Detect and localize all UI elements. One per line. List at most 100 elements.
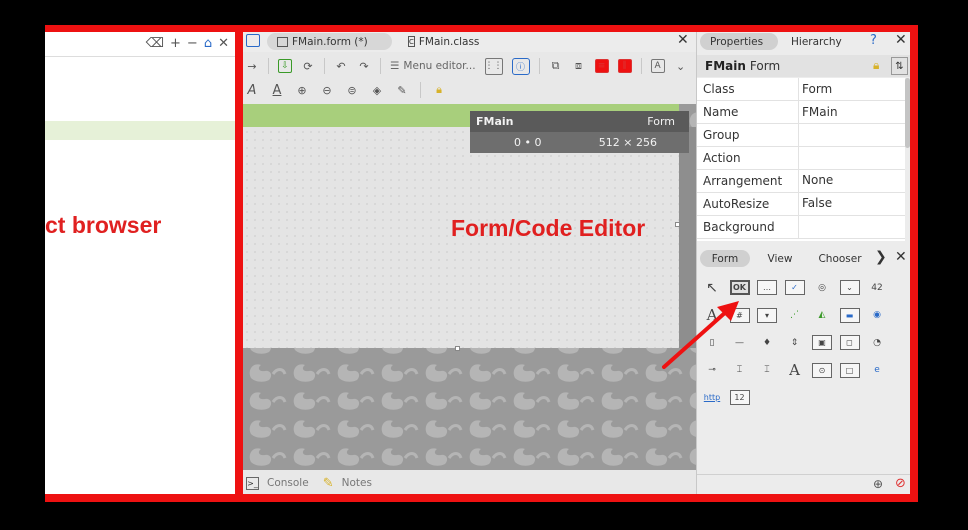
redo-icon[interactable]: ↷ bbox=[357, 58, 371, 74]
bring-front-icon[interactable]: ⧉ bbox=[549, 58, 563, 74]
clear-icon[interactable]: ⌫ bbox=[146, 36, 164, 51]
slider-icon[interactable]: ♦ bbox=[756, 333, 778, 352]
lcd-number-icon[interactable]: 42 bbox=[866, 278, 888, 297]
tab-properties[interactable]: Properties bbox=[700, 33, 778, 50]
properties-tabbar: Properties Hierarchy ? ✕ bbox=[697, 32, 910, 52]
send-back-icon[interactable]: ⧈ bbox=[572, 58, 586, 74]
tab-form[interactable]: Form bbox=[700, 250, 750, 267]
font-icon[interactable]: A bbox=[650, 59, 665, 73]
tab-chooser[interactable]: Chooser bbox=[811, 250, 869, 267]
notes-icon[interactable]: ✎ bbox=[323, 476, 334, 491]
dial-icon[interactable]: ◔ bbox=[866, 333, 888, 352]
timer-icon[interactable]: ⊙ bbox=[811, 361, 833, 380]
zoom-in-icon[interactable]: ⊕ bbox=[295, 82, 309, 98]
picture-box-glyph: ◎ bbox=[818, 282, 826, 293]
resize-handle-right[interactable] bbox=[675, 222, 680, 227]
webview-icon[interactable]: e bbox=[866, 361, 888, 380]
toolbar-divider bbox=[45, 56, 235, 57]
tab-hierarchy[interactable]: Hierarchy bbox=[781, 33, 851, 50]
align-vertical-icon[interactable]: ⫼ bbox=[617, 59, 632, 73]
property-row[interactable]: AutoResize False bbox=[697, 193, 905, 216]
console-icon[interactable]: >_ bbox=[246, 476, 259, 490]
italic-font-icon[interactable]: A bbox=[245, 82, 259, 98]
zoom-out-icon[interactable]: ⊖ bbox=[320, 82, 334, 98]
spin-icon[interactable]: ⇕ bbox=[784, 333, 806, 352]
tab-view[interactable]: View bbox=[755, 250, 805, 267]
chevron-down-icon[interactable]: ⌄ bbox=[674, 58, 688, 74]
paint-bucket-icon[interactable]: ◈ bbox=[370, 82, 384, 98]
property-value[interactable]: False bbox=[802, 196, 832, 210]
property-row[interactable]: Action bbox=[697, 147, 905, 170]
lock-icon[interactable]: 🔒︎ bbox=[432, 82, 446, 98]
home-icon[interactable]: ⌂ bbox=[204, 36, 212, 51]
arrow-right-icon[interactable]: → bbox=[245, 58, 259, 74]
form-info-overlay: FMain Form 0 • 0 512 × 256 bbox=[470, 111, 689, 153]
url-label-icon[interactable]: http bbox=[701, 388, 723, 407]
underline-font-icon[interactable]: A bbox=[270, 82, 284, 98]
chart-icon[interactable]: ◭ bbox=[811, 306, 833, 325]
tab-fmain-class[interactable]: C FMain.class bbox=[398, 33, 488, 50]
selected-tree-row[interactable] bbox=[45, 121, 235, 140]
divider bbox=[420, 82, 421, 98]
chevron-right-icon[interactable]: ❯ bbox=[875, 249, 887, 265]
help-icon[interactable]: ? bbox=[870, 33, 877, 48]
picture-box-icon[interactable]: ◎ bbox=[811, 278, 833, 297]
property-value[interactable]: FMain bbox=[802, 105, 838, 119]
zoom-fit-icon[interactable]: ⊜ bbox=[345, 82, 359, 98]
zoom-icon[interactable]: ⊕ bbox=[873, 477, 883, 491]
image-combo-icon[interactable]: ▾ bbox=[756, 306, 778, 325]
property-row[interactable]: Background bbox=[697, 216, 905, 239]
frame-icon[interactable]: □ bbox=[839, 361, 861, 380]
progress-icon[interactable]: ▬ bbox=[839, 306, 861, 325]
resize-handle-bottom[interactable] bbox=[455, 346, 460, 351]
form-editor: FMain.form (*) C FMain.class ✕ → ⇩ ⟳ ↶ ↷… bbox=[243, 32, 696, 494]
grid-dots-icon[interactable]: ⋮⋮ bbox=[484, 57, 503, 75]
no-entry-icon[interactable]: ⊘ bbox=[895, 476, 906, 491]
property-value[interactable]: Form bbox=[802, 82, 832, 96]
minus-icon[interactable]: − bbox=[187, 36, 198, 51]
ellipsis-button-icon[interactable]: … bbox=[756, 278, 778, 297]
design-canvas[interactable]: FMain Form 0 • 0 512 × 256 Form/Code Edi… bbox=[243, 104, 696, 470]
property-name: Arrangement bbox=[703, 174, 783, 188]
lock-icon[interactable]: 🔒︎ bbox=[873, 58, 879, 73]
text-label-icon[interactable]: A bbox=[784, 361, 806, 380]
editor-toolbar-primary: → ⇩ ⟳ ↶ ↷ ☰ Menu editor... ⋮⋮ ⓘ ⧉ ⧈ ≡ ⫼ … bbox=[243, 54, 696, 78]
pencil-icon[interactable]: ✎ bbox=[395, 82, 409, 98]
value-box-icon[interactable]: 12 bbox=[729, 388, 751, 407]
editor-menu-icon[interactable] bbox=[246, 34, 260, 47]
property-row[interactable]: Group bbox=[697, 124, 905, 147]
undo-icon[interactable]: ↶ bbox=[334, 58, 348, 74]
console-tab[interactable]: Console bbox=[267, 477, 309, 489]
tab-fmain-form[interactable]: FMain.form (*) bbox=[267, 33, 392, 50]
combobox-icon[interactable]: ⌄ bbox=[839, 278, 861, 297]
textbox-icon[interactable]: ⌶ bbox=[756, 361, 778, 380]
split-icon[interactable]: ▣ bbox=[811, 333, 833, 352]
toolbox-footer: ⊕ ⊘ bbox=[697, 474, 910, 494]
refresh-icon[interactable]: ⟳ bbox=[301, 58, 315, 74]
close-icon[interactable]: ✕ bbox=[895, 32, 907, 48]
divider bbox=[640, 58, 642, 74]
menu-editor-button[interactable]: ☰ Menu editor... bbox=[390, 58, 476, 74]
close-tab-icon[interactable]: ✕ bbox=[677, 32, 689, 48]
checkbox-icon[interactable]: ✓ bbox=[784, 278, 806, 297]
sort-icon[interactable]: ⇅ bbox=[891, 57, 908, 75]
close-icon[interactable]: ✕ bbox=[218, 36, 229, 51]
info-icon[interactable]: ⓘ bbox=[511, 57, 530, 75]
property-row[interactable]: Name FMain bbox=[697, 101, 905, 124]
property-row[interactable]: Arrangement None bbox=[697, 170, 905, 193]
notes-tab[interactable]: Notes bbox=[342, 477, 372, 489]
save-green-icon[interactable]: ⇩ bbox=[278, 59, 292, 73]
radio-icon[interactable]: ◉ bbox=[866, 306, 888, 325]
property-row[interactable]: Class Form bbox=[697, 78, 905, 101]
align-horizontal-icon[interactable]: ≡ bbox=[594, 59, 609, 73]
progress-glyph: ▬ bbox=[839, 307, 860, 323]
tab-label: FMain.class bbox=[418, 35, 480, 48]
divider bbox=[324, 58, 325, 74]
spinbox-icon[interactable]: ◻ bbox=[839, 333, 861, 352]
scatter-icon[interactable]: ⋰ bbox=[784, 306, 806, 325]
property-value[interactable]: None bbox=[802, 173, 833, 187]
properties-scrollbar[interactable] bbox=[905, 78, 910, 148]
close-icon[interactable]: ✕ bbox=[895, 249, 907, 265]
add-icon[interactable]: + bbox=[170, 36, 181, 51]
property-name: Background bbox=[703, 220, 775, 234]
